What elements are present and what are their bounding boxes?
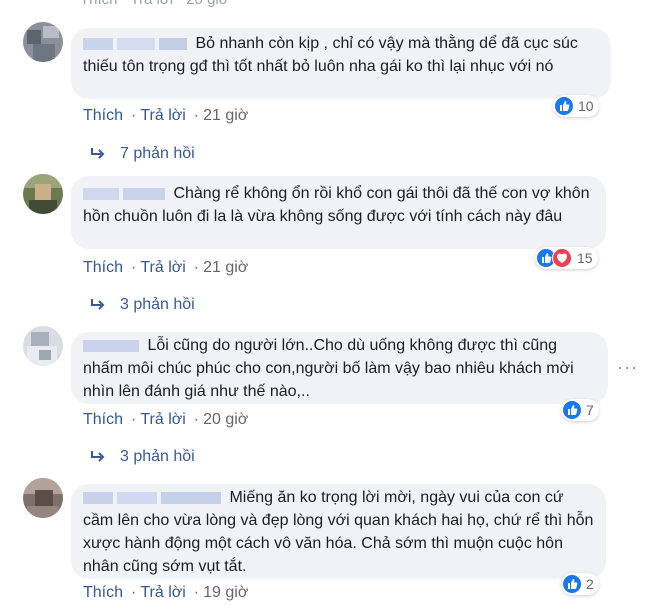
- like-link[interactable]: Thích: [80, 0, 118, 8]
- reaction-summary[interactable]: 15: [535, 247, 598, 269]
- reaction-count: 2: [586, 576, 594, 592]
- comment-text: Bỏ nhanh còn kịp , chỉ có vậy mà thằng d…: [83, 35, 578, 75]
- avatar[interactable]: [23, 174, 63, 214]
- blurred-author-name: [161, 491, 221, 504]
- comment-bubble: Miếng ăn ko trọng lời mời, ngày vui của …: [71, 484, 606, 579]
- reply-link[interactable]: Trả lời: [140, 107, 185, 124]
- avatar[interactable]: [23, 326, 63, 366]
- timestamp: 21 giờ: [203, 107, 249, 124]
- reply-link[interactable]: Trả lời: [130, 0, 173, 8]
- replies-count: 7 phản hồi: [120, 145, 195, 162]
- comment-bubble: Bỏ nhanh còn kịp , chỉ có vậy mà thằng d…: [71, 28, 611, 99]
- reaction-count: 15: [577, 250, 593, 266]
- like-link[interactable]: Thích: [83, 584, 123, 601]
- comment-text: Miếng ăn ko trọng lời mời, ngày vui của …: [83, 489, 594, 575]
- like-reaction-icon: [563, 575, 581, 593]
- reaction-summary[interactable]: 10: [553, 95, 599, 117]
- blurred-author-name: [117, 37, 155, 50]
- replies-count: 3 phản hồi: [120, 448, 195, 465]
- blurred-author-name: [117, 491, 157, 504]
- reaction-summary[interactable]: 7: [561, 399, 599, 421]
- reply-link[interactable]: Trả lời: [140, 259, 185, 276]
- timestamp: 20 giờ: [203, 411, 249, 428]
- view-replies-link[interactable]: 3 phản hồi: [90, 296, 195, 314]
- avatar-image: [23, 22, 63, 62]
- timestamp: 20 giờ: [186, 0, 228, 8]
- reply-link[interactable]: Trả lời: [140, 411, 185, 428]
- avatar-image: [23, 174, 63, 214]
- replies-count: 3 phản hồi: [120, 296, 195, 313]
- comment-actions: Thích · Trả lời · 19 giờ: [83, 584, 249, 601]
- comment-actions: Thích · Trả lời · 20 giờ: [83, 411, 249, 428]
- avatar[interactable]: [23, 22, 63, 62]
- blurred-author-name: [83, 187, 119, 200]
- reply-arrow-icon: [91, 451, 105, 462]
- comment-actions: Thích · Trả lời · 21 giờ: [83, 107, 249, 124]
- blurred-author-name: [83, 37, 113, 50]
- comment-bubble: Chàng rể không ổn rồi khổ con gái thôi đ…: [71, 176, 606, 249]
- view-replies-link[interactable]: 3 phản hồi: [90, 448, 195, 466]
- view-replies-link[interactable]: 7 phản hồi: [90, 145, 195, 163]
- timestamp: 21 giờ: [203, 259, 249, 276]
- blurred-author-name: [123, 187, 165, 200]
- avatar[interactable]: [23, 478, 63, 518]
- previous-comment-actions: Thích Trả lời 20 giờ: [80, 0, 238, 8]
- like-link[interactable]: Thích: [83, 411, 123, 428]
- timestamp: 19 giờ: [203, 584, 249, 601]
- like-link[interactable]: Thích: [83, 107, 123, 124]
- blurred-author-name: [83, 491, 113, 504]
- comment-actions: Thích · Trả lời · 21 giờ: [83, 259, 249, 276]
- like-reaction-icon: [563, 401, 581, 419]
- avatar-image: [23, 478, 63, 518]
- like-reaction-icon: [555, 97, 573, 115]
- like-link[interactable]: Thích: [83, 259, 123, 276]
- comment-text: Lỗi cũng do người lớn..Cho dù uống không…: [83, 337, 574, 400]
- blurred-author-name: [159, 37, 187, 50]
- reaction-count: 7: [586, 402, 594, 418]
- reply-arrow-icon: [91, 299, 105, 310]
- blurred-author-name: [83, 339, 139, 352]
- love-reaction-icon: [552, 248, 572, 268]
- avatar-image: [23, 326, 63, 366]
- comment-bubble: Lỗi cũng do người lớn..Cho dù uống không…: [71, 332, 608, 404]
- reaction-summary[interactable]: 2: [561, 573, 599, 595]
- reply-arrow-icon: [91, 148, 105, 159]
- more-options-icon[interactable]: ···: [617, 357, 638, 378]
- reaction-count: 10: [578, 98, 594, 114]
- reply-link[interactable]: Trả lời: [140, 584, 185, 601]
